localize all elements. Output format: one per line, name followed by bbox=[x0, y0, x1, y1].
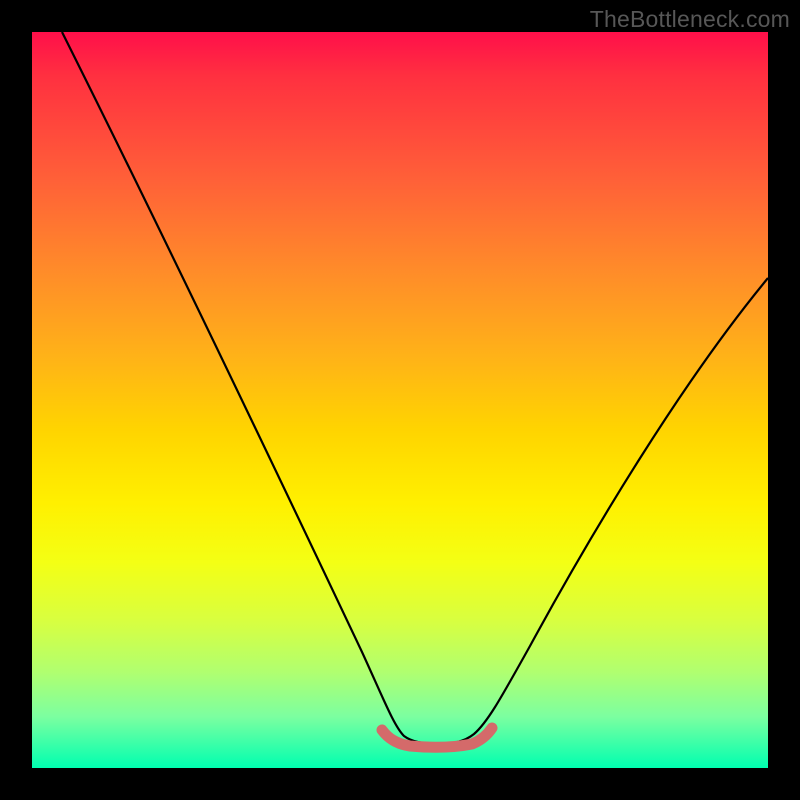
watermark-text: TheBottleneck.com bbox=[590, 6, 790, 33]
chart-frame: TheBottleneck.com bbox=[0, 0, 800, 800]
curve-layer bbox=[32, 32, 768, 768]
bottleneck-curve bbox=[62, 32, 768, 744]
optimal-range-marker bbox=[382, 728, 492, 747]
plot-area bbox=[32, 32, 768, 768]
